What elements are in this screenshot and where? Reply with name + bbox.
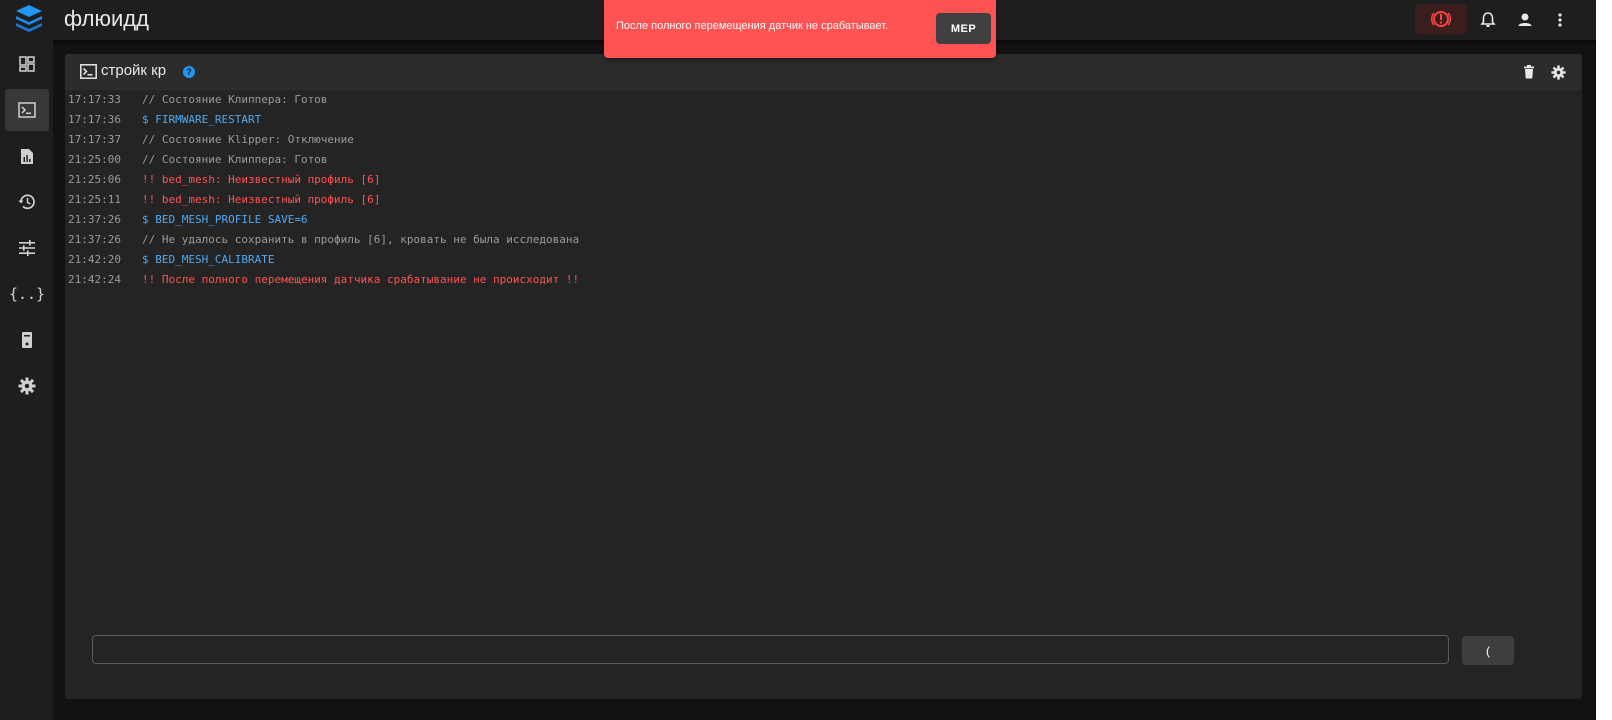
console-line: 21:42:20 $ BED_MESH_CALIBRATE bbox=[68, 250, 1568, 270]
console-line: 17:17:33 // Состояние Клиппера: Готов bbox=[68, 90, 1568, 110]
console-line-timestamp: 21:25:11 bbox=[68, 193, 121, 206]
help-icon[interactable]: ? bbox=[183, 66, 195, 78]
console-output: 17:17:33// Состояние Клиппера: Готов 17:1… bbox=[68, 90, 1568, 610]
console-command-input[interactable] bbox=[92, 635, 1449, 664]
emergency-stop-icon bbox=[1431, 11, 1451, 27]
more-vert-icon bbox=[1558, 13, 1562, 27]
console-line-timestamp: 17:17:33 bbox=[68, 93, 121, 106]
tune-icon bbox=[19, 240, 35, 256]
sidebar-item-system[interactable] bbox=[5, 319, 49, 361]
send-command-button[interactable]: ( bbox=[1462, 636, 1514, 665]
error-snackbar: После полного перемещения датчик не сраб… bbox=[604, 0, 996, 58]
console-title: стройк кр bbox=[101, 62, 167, 79]
console-line: 17:17:36 $ FIRMWARE_RESTART bbox=[68, 110, 1568, 130]
console-line-timestamp: 17:17:36 bbox=[68, 113, 121, 126]
fluidd-logo-icon[interactable] bbox=[14, 3, 44, 35]
console-line: 21:37:26 $ BED_MESH_PROFILE SAVE=6 bbox=[68, 210, 1568, 230]
console-card: стройк кр ? 17:17:33 // Состояние Клиппе… bbox=[65, 54, 1582, 699]
console-line-message: // Состояние Klipper: Отключение bbox=[142, 133, 354, 146]
page-margin bbox=[1596, 0, 1612, 720]
account-button[interactable] bbox=[1513, 8, 1537, 32]
snackbar-action-button[interactable]: МЕР bbox=[936, 13, 991, 44]
macros-icon: {..} bbox=[8, 285, 46, 303]
console-line-timestamp: 21:37:26 bbox=[68, 213, 121, 226]
sidebar-item-macros[interactable]: {..} bbox=[5, 273, 49, 315]
sidebar-item-dashboard[interactable] bbox=[5, 43, 49, 85]
console-line-message: // Не удалось сохранить в профиль [6], к… bbox=[142, 233, 580, 246]
console-line-message[interactable]: $ BED_MESH_PROFILE SAVE=6 bbox=[142, 213, 308, 226]
console-settings-button[interactable] bbox=[1549, 63, 1567, 81]
console-line-message[interactable]: $ BED_MESH_CALIBRATE bbox=[142, 253, 274, 266]
app-window: флюидд {..} стройк кр ? 17:17:33 // Сост… bbox=[0, 0, 1596, 720]
console-card-header: стройк кр ? bbox=[65, 54, 1582, 90]
sidebar-item-files[interactable] bbox=[5, 135, 49, 177]
sidebar-item-history[interactable] bbox=[5, 181, 49, 223]
console-icon bbox=[80, 64, 97, 83]
console-line: 21:25:06 !! bed_mesh: Неизвестный профиль… bbox=[68, 170, 1568, 190]
app-title[interactable]: флюидд bbox=[64, 3, 149, 35]
console-line: 21:25:11 !! bed_mesh: Неизвестный профиль… bbox=[68, 190, 1568, 210]
system-icon bbox=[22, 332, 32, 348]
sidebar-item-tune[interactable] bbox=[5, 227, 49, 269]
console-line-timestamp: 21:25:00 bbox=[68, 153, 121, 166]
console-line: 21:25:00 // Состояние Клиппера: Готов bbox=[68, 150, 1568, 170]
console-line-message: // Состояние Клиппера: Готов bbox=[142, 153, 328, 166]
notifications-button[interactable] bbox=[1476, 8, 1500, 32]
sidebar-item-console[interactable] bbox=[5, 89, 49, 131]
gear-icon bbox=[1550, 64, 1566, 80]
console-line: 21:37:26 // Не удалось сохранить в профил… bbox=[68, 230, 1568, 250]
more-menu-button[interactable] bbox=[1548, 8, 1572, 32]
clear-console-button[interactable] bbox=[1520, 63, 1538, 81]
emergency-stop-button[interactable] bbox=[1415, 4, 1467, 34]
sidebar-item-settings[interactable] bbox=[5, 365, 49, 407]
console-line-message: // Состояние Клиппера: Готов bbox=[142, 93, 328, 106]
console-line-message[interactable]: $ FIRMWARE_RESTART bbox=[142, 113, 261, 126]
dashboard-icon bbox=[19, 56, 35, 72]
console-line: 17:17:37 // Состояние Klipper: Отключение bbox=[68, 130, 1568, 150]
history-icon bbox=[18, 194, 35, 210]
console-line-timestamp: 21:37:26 bbox=[68, 233, 121, 246]
console-icon bbox=[18, 102, 36, 118]
console-line-timestamp: 21:25:06 bbox=[68, 173, 121, 186]
console-line-timestamp: 21:42:20 bbox=[68, 253, 121, 266]
snackbar-message: После полного перемещения датчик не сраб… bbox=[616, 20, 889, 32]
console-line-message: !! bed_mesh: Неизвестный профиль [6] bbox=[142, 193, 381, 206]
bell-icon bbox=[1480, 12, 1496, 27]
console-line: 21:42:24 !! После полного перемещения дат… bbox=[68, 270, 1568, 290]
files-icon bbox=[21, 148, 33, 164]
console-line-message: !! После полного перемещения датчика сра… bbox=[142, 273, 580, 286]
nav-sidebar: {..} bbox=[0, 40, 53, 720]
account-icon bbox=[1518, 13, 1532, 26]
console-line-timestamp: 21:42:24 bbox=[68, 273, 121, 286]
console-line-message: !! bed_mesh: Неизвестный профиль [6] bbox=[142, 173, 381, 186]
gear-icon bbox=[18, 377, 36, 395]
trash-icon bbox=[1524, 65, 1534, 79]
console-line-timestamp: 17:17:37 bbox=[68, 133, 121, 146]
